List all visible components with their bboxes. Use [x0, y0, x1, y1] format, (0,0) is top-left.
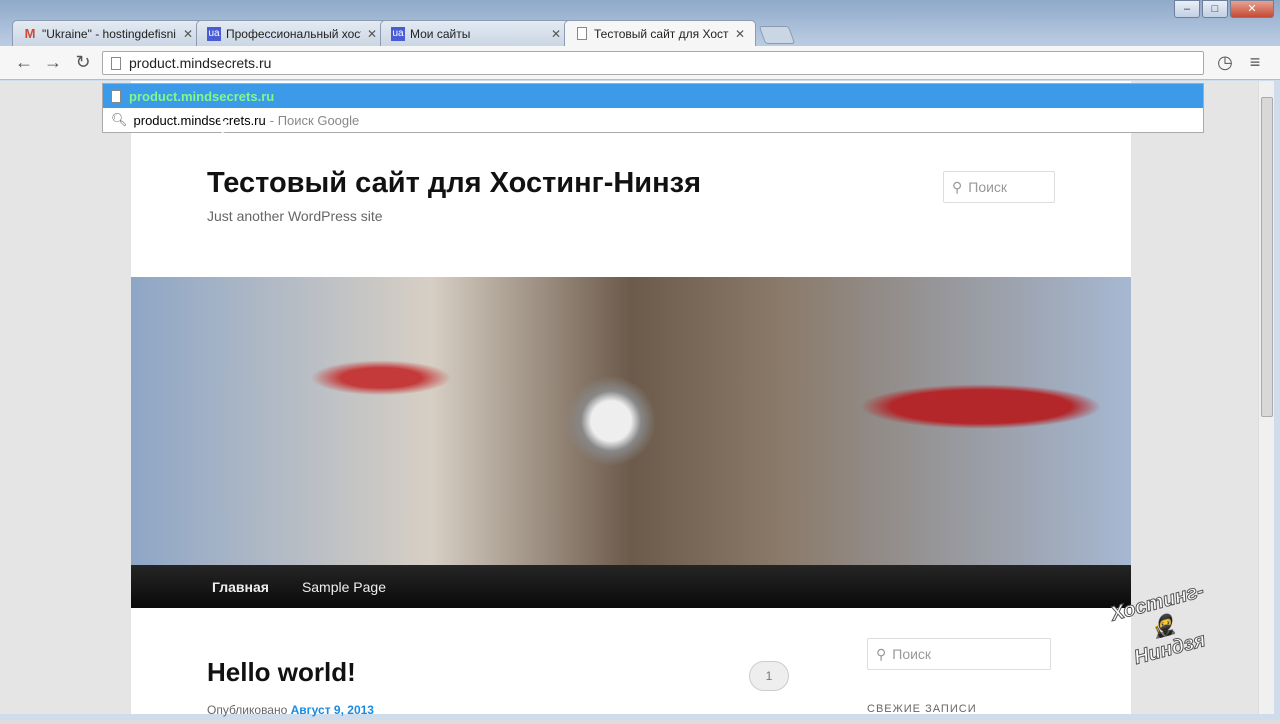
- page-icon: [575, 27, 589, 41]
- sidebar-search-input[interactable]: ⚲ Поиск: [867, 638, 1051, 670]
- scrollbar[interactable]: [1258, 81, 1274, 714]
- tab-strip: M "Ukraine" - hostingdefisni ✕ ua Профессио…: [12, 20, 796, 46]
- tab-gmail[interactable]: M "Ukraine" - hostingdefisni ✕: [12, 20, 204, 46]
- recent-posts-heading: СВЕЖИЕ ЗАПИСИ: [867, 703, 977, 715]
- close-tab-icon[interactable]: ✕: [183, 27, 193, 41]
- search-icon: ⚲: [876, 645, 887, 662]
- scrollbar-thumb[interactable]: [1261, 97, 1273, 417]
- address-bar[interactable]: product.mindsecrets.ru: [102, 51, 1204, 75]
- main-menu: Главная Sample Page: [131, 565, 1131, 608]
- back-icon[interactable]: ←: [13, 52, 35, 73]
- address-text: product.mindsecrets.ru: [129, 55, 272, 71]
- placeholder: Поиск: [968, 179, 1008, 195]
- ua-icon: ua: [207, 26, 221, 41]
- page-icon: [111, 56, 121, 70]
- site-title[interactable]: Тестовый сайт для Хостинг-Нинзя: [207, 167, 701, 200]
- close-tab-icon[interactable]: ✕: [735, 27, 745, 41]
- tab-hosting[interactable]: ua Профессиональный хостинг ✕: [196, 20, 388, 46]
- suggestion-text: product.mindsecrets.ru: [129, 88, 275, 104]
- comments-bubble[interactable]: 1: [749, 661, 789, 691]
- forward-icon[interactable]: →: [42, 52, 64, 73]
- tab-label: "Ukraine" - hostingdefisni: [42, 26, 176, 41]
- new-tab-button[interactable]: [758, 26, 796, 44]
- tab-label: Мои сайты: [410, 26, 471, 41]
- search-icon: 🔍︎: [111, 112, 128, 127]
- published-label: Опубликовано: [207, 703, 288, 717]
- ua-icon: ua: [391, 26, 405, 41]
- post-meta: Опубликовано Август 9, 2013: [207, 703, 374, 717]
- gmail-icon: M: [24, 26, 36, 41]
- close-tab-icon[interactable]: ✕: [551, 27, 561, 41]
- maximize-button[interactable]: □: [1202, 0, 1228, 18]
- wordpress-site: Тестовый сайт для Хостинг-Нинзя Just ano…: [131, 81, 1131, 717]
- close-tab-icon[interactable]: ✕: [367, 27, 377, 41]
- suggestion-text: product.mindsecrets.ru: [133, 112, 266, 128]
- close-window-button[interactable]: ✕: [1230, 0, 1274, 18]
- page-viewport: Тестовый сайт для Хостинг-Нинзя Just ano…: [0, 81, 1258, 717]
- menu-item-home[interactable]: Главная: [212, 579, 269, 595]
- history-icon[interactable]: ◷: [1214, 52, 1236, 73]
- omnibox-suggestions: product.mindsecrets.ru 🔍︎ product.mindsec…: [102, 83, 1204, 133]
- suggestion-suffix: - Поиск Google: [269, 112, 360, 128]
- toolbar: ← → ↻ product.mindsecrets.ru ◷ ≡: [0, 46, 1280, 80]
- window-controls: – □ ✕: [1174, 0, 1274, 18]
- post-date-link[interactable]: Август 9, 2013: [291, 703, 374, 717]
- menu-icon[interactable]: ≡: [1244, 52, 1266, 73]
- tab-my-sites[interactable]: ua Мои сайты ✕: [380, 20, 572, 46]
- site-description: Just another WordPress site: [207, 208, 383, 224]
- placeholder: Поиск: [892, 646, 932, 662]
- header-image: [131, 277, 1131, 565]
- browser-window: – □ ✕ M "Ukraine" - hostingdefisni ✕ ua Про…: [0, 0, 1280, 720]
- page-icon: [111, 89, 121, 103]
- reload-icon[interactable]: ↻: [72, 52, 94, 73]
- suggestion-search[interactable]: 🔍︎ product.mindsecrets.ru - Поиск Google: [103, 108, 1203, 132]
- tab-test-site[interactable]: Тестовый сайт для Хостинг ✕: [564, 20, 756, 46]
- menu-item-sample-page[interactable]: Sample Page: [302, 579, 386, 595]
- minimize-button[interactable]: –: [1174, 0, 1200, 18]
- tab-label: Тестовый сайт для Хостинг: [594, 26, 729, 41]
- suggestion-url[interactable]: product.mindsecrets.ru: [103, 84, 1203, 108]
- tab-label: Профессиональный хостинг: [226, 26, 361, 41]
- search-icon: ⚲: [952, 178, 963, 195]
- header-search-input[interactable]: ⚲ Поиск: [943, 171, 1055, 203]
- post-title[interactable]: Hello world!: [207, 657, 356, 688]
